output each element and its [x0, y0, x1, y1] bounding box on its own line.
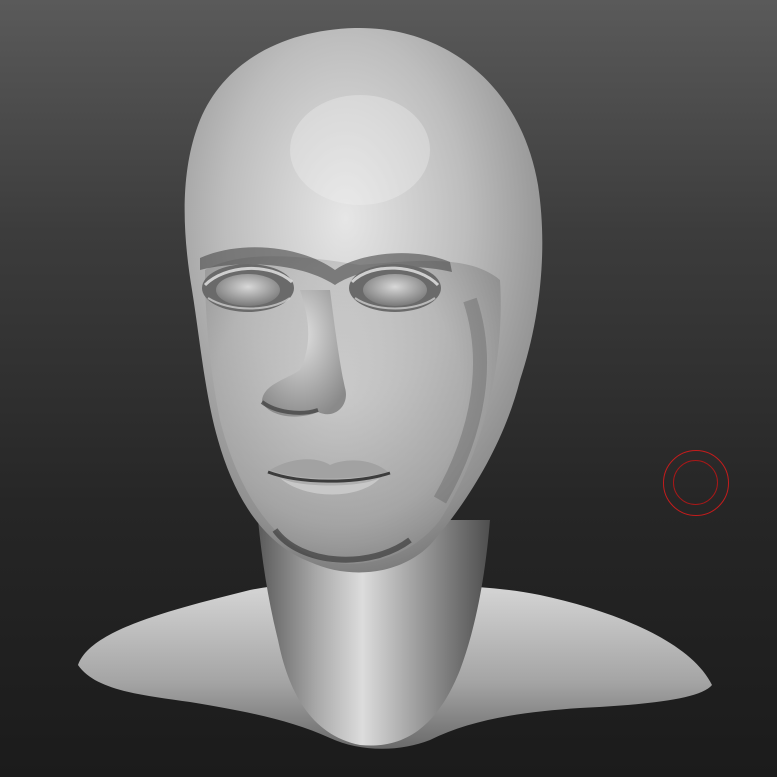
eye-left	[216, 274, 280, 306]
brush-inner-ring	[673, 460, 718, 505]
eye-right	[363, 274, 427, 306]
sculpt-canvas[interactable]	[0, 0, 777, 777]
sculpt-viewport[interactable]	[0, 0, 777, 777]
forehead-highlight	[290, 95, 430, 205]
brush-cursor-icon[interactable]	[663, 450, 729, 516]
